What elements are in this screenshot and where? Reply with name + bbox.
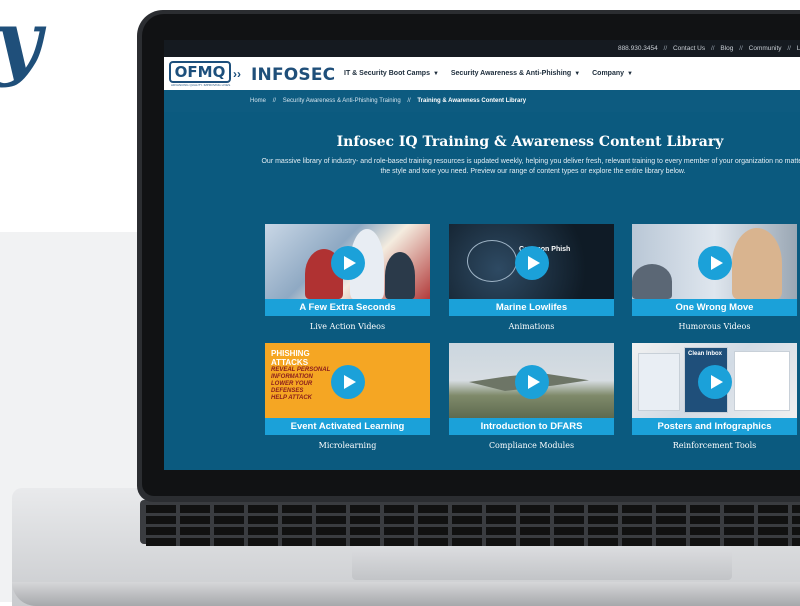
card-type: Reinforcement Tools [672, 441, 757, 450]
key-row [146, 527, 800, 535]
card-type: Compliance Modules [488, 441, 575, 450]
logo-wordmark: OFMQ [169, 61, 231, 83]
video-thumbnail[interactable] [265, 224, 430, 299]
chevron-down-icon: ▼ [627, 71, 633, 77]
play-icon[interactable] [331, 365, 365, 399]
site-header: OFMQ ›› ADVANCING QUALITY. IMPROVING LIV… [164, 57, 800, 90]
play-icon[interactable] [698, 246, 732, 280]
brand-glyph-fragment: y [0, 0, 42, 82]
content-card[interactable]: PHISHING ATTACKS REVEAL PERSONAL INFORMA… [265, 343, 431, 450]
nav-label: Company [592, 70, 625, 77]
video-thumbnail[interactable]: PHISHING ATTACKS REVEAL PERSONAL INFORMA… [265, 343, 430, 418]
breadcrumb: Home // Security Awareness & Anti-Phishi… [164, 90, 800, 112]
card-caption[interactable]: One Wrong Move [632, 299, 797, 316]
play-icon[interactable] [698, 365, 732, 399]
person-graphic [732, 228, 782, 299]
content-card[interactable]: A Few Extra Seconds Live Action Videos [265, 224, 431, 331]
thumbnail-headline: PHISHING ATTACKS REVEAL PERSONAL INFORMA… [271, 349, 330, 402]
content-card[interactable]: Introduction to DFARS Compliance Modules [449, 343, 615, 450]
card-caption[interactable]: A Few Extra Seconds [265, 299, 430, 316]
thumbnail-line: HELP ATTACK [271, 395, 312, 401]
breadcrumb-separator: // [272, 98, 277, 104]
nav-item-boot-camps[interactable]: IT & Security Boot Camps ▼ [344, 70, 439, 77]
video-thumbnail[interactable]: Common Phish [449, 224, 614, 299]
breadcrumb-current: Training & Awareness Content Library [417, 98, 527, 104]
laptop-base-lip [12, 582, 800, 606]
breadcrumb-separator: // [407, 98, 411, 104]
separator: // [787, 45, 791, 52]
nav-item-company[interactable]: Company ▼ [592, 70, 633, 77]
laptop-screen: 888.930.3454 // Contact Us // Blog // Co… [164, 40, 800, 470]
chevron-down-icon: ▼ [432, 71, 439, 77]
card-caption[interactable]: Marine Lowlifes [449, 299, 614, 316]
fish-graphic [467, 240, 517, 282]
utility-bar: 888.930.3454 // Contact Us // Blog // Co… [164, 40, 800, 57]
thumbnail-line: LOWER YOUR [271, 381, 313, 387]
play-icon[interactable] [515, 365, 549, 399]
thumbnail-line: REVEAL PERSONAL [271, 367, 331, 373]
thumbnail-title: Clean Inbox [688, 351, 723, 357]
key-row [146, 516, 800, 524]
nav-item-security-awareness[interactable]: Security Awareness & Anti-Phishing ▼ [451, 70, 580, 77]
separator: // [663, 45, 668, 52]
ofmq-logo[interactable]: OFMQ ›› ADVANCING QUALITY. IMPROVING LIV… [169, 61, 247, 87]
nav-label: Security Awareness & Anti-Phishing [450, 70, 572, 77]
content-card[interactable]: Common Phish Marine Lowlifes Animations [449, 224, 615, 331]
card-caption[interactable]: Posters and Infographics [632, 418, 797, 435]
key-row [146, 505, 800, 513]
thumbnail-line: ATTACKS [271, 358, 309, 367]
nav-label: IT & Security Boot Camps [344, 70, 430, 77]
card-caption[interactable]: Event Activated Learning [265, 418, 430, 435]
video-thumbnail[interactable]: Clean Inbox [632, 343, 797, 418]
contact-us-link[interactable]: Contact Us [673, 45, 705, 52]
key-row [146, 538, 800, 546]
marketing-photo: y 888.930.3454 // Contact Us // Blog // … [0, 0, 800, 606]
card-type: Humorous Videos [678, 322, 751, 331]
card-type: Animations [508, 322, 555, 331]
card-type: Live Action Videos [309, 322, 386, 331]
video-thumbnail[interactable] [449, 343, 614, 418]
poster-graphic [734, 351, 790, 411]
logo-chevron-icon: ›› [233, 67, 241, 81]
phone-number[interactable]: 888.930.3454 [618, 45, 658, 52]
play-icon[interactable] [331, 246, 365, 280]
thumbnail-line: INFORMATION [271, 374, 313, 380]
thumbnail-line: DEFENSES [271, 388, 304, 394]
main-nav: IT & Security Boot Camps ▼ Security Aware… [344, 70, 643, 77]
breadcrumb-home[interactable]: Home [250, 98, 266, 104]
video-thumbnail[interactable] [632, 224, 797, 299]
chevron-down-icon: ▼ [574, 71, 581, 77]
logo-tagline: ADVANCING QUALITY. IMPROVING LIVES. [171, 83, 231, 87]
infosec-brand[interactable]: INFOSEC [251, 65, 335, 85]
person-graphic [632, 264, 672, 299]
separator: // [710, 45, 715, 52]
card-type: Microlearning [318, 441, 377, 450]
content-card[interactable]: Clean Inbox Posters and Infographics Rei… [632, 343, 798, 450]
content-card[interactable]: One Wrong Move Humorous Videos [632, 224, 798, 331]
card-caption[interactable]: Introduction to DFARS [449, 418, 614, 435]
separator: // [739, 45, 743, 52]
person-graphic [385, 252, 415, 299]
poster-graphic [638, 353, 680, 411]
blog-link[interactable]: Blog [720, 45, 733, 52]
play-icon[interactable] [515, 246, 549, 280]
laptop-trackpad [352, 546, 732, 580]
page-title: Infosec IQ Training & Awareness Content … [336, 134, 724, 150]
page-intro: Our massive library of industry- and rol… [261, 158, 800, 175]
breadcrumb-security-awareness[interactable]: Security Awareness & Anti-Phishing Train… [283, 98, 401, 104]
community-link[interactable]: Community [749, 45, 782, 52]
thumbnail-line: PHISHING [271, 349, 310, 358]
